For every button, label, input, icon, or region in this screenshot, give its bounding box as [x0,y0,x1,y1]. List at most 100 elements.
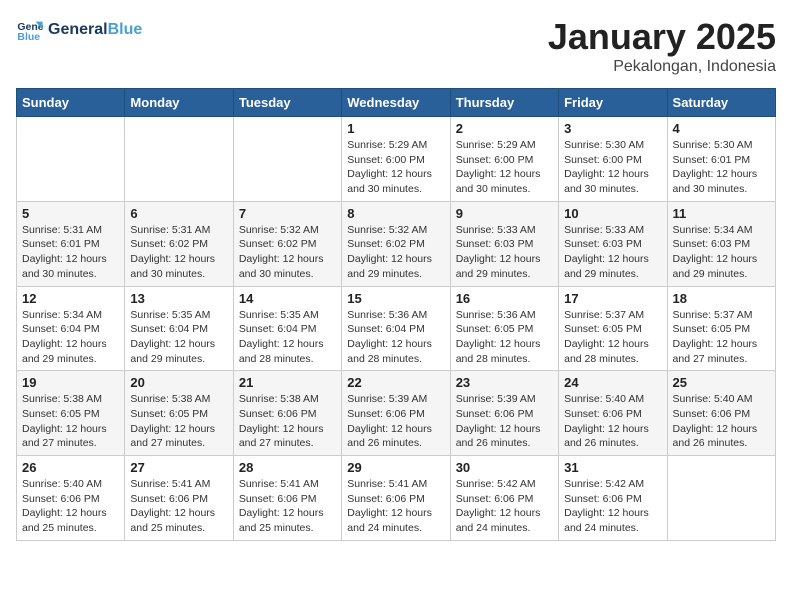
calendar-cell [233,117,341,202]
day-info: Sunrise: 5:37 AM Sunset: 6:05 PM Dayligh… [673,308,770,367]
calendar-cell: 5 Sunrise: 5:31 AM Sunset: 6:01 PM Daylig… [17,201,125,286]
day-info: Sunrise: 5:32 AM Sunset: 6:02 PM Dayligh… [347,223,444,282]
day-number: 27 [130,460,227,475]
day-info: Sunrise: 5:31 AM Sunset: 6:01 PM Dayligh… [22,223,119,282]
day-info: Sunrise: 5:35 AM Sunset: 6:04 PM Dayligh… [239,308,336,367]
day-info: Sunrise: 5:40 AM Sunset: 6:06 PM Dayligh… [22,477,119,536]
day-info: Sunrise: 5:34 AM Sunset: 6:03 PM Dayligh… [673,223,770,282]
day-info: Sunrise: 5:42 AM Sunset: 6:06 PM Dayligh… [564,477,661,536]
day-number: 10 [564,206,661,221]
day-info: Sunrise: 5:39 AM Sunset: 6:06 PM Dayligh… [347,392,444,451]
day-number: 7 [239,206,336,221]
calendar-week-row: 19 Sunrise: 5:38 AM Sunset: 6:05 PM Dayli… [17,371,776,456]
calendar-cell: 25Sunrise: 5:40 AM Sunset: 6:06 PM Dayli… [667,371,775,456]
calendar-cell [667,456,775,541]
day-number: 8 [347,206,444,221]
day-number: 31 [564,460,661,475]
calendar-cell: 11 Sunrise: 5:34 AM Sunset: 6:03 PM Dayli… [667,201,775,286]
day-number: 12 [22,291,119,306]
day-number: 17 [564,291,661,306]
weekday-header-cell: Thursday [450,89,558,117]
calendar-cell: 12 Sunrise: 5:34 AM Sunset: 6:04 PM Dayli… [17,286,125,371]
day-info: Sunrise: 5:39 AM Sunset: 6:06 PM Dayligh… [456,392,553,451]
weekday-header-cell: Wednesday [342,89,450,117]
day-info: Sunrise: 5:32 AM Sunset: 6:02 PM Dayligh… [239,223,336,282]
calendar-cell: 14 Sunrise: 5:35 AM Sunset: 6:04 PM Dayli… [233,286,341,371]
title-block: January 2025 Pekalongan, Indonesia [548,16,776,76]
day-number: 16 [456,291,553,306]
weekday-header-cell: Monday [125,89,233,117]
day-number: 13 [130,291,227,306]
day-info: Sunrise: 5:35 AM Sunset: 6:04 PM Dayligh… [130,308,227,367]
day-info: Sunrise: 5:29 AM Sunset: 6:00 PM Dayligh… [347,138,444,197]
calendar-cell: 15 Sunrise: 5:36 AM Sunset: 6:04 PM Dayli… [342,286,450,371]
calendar-cell: 6Sunrise: 5:31 AM Sunset: 6:02 PM Daylig… [125,201,233,286]
calendar-cell [125,117,233,202]
calendar-cell: 20 Sunrise: 5:38 AM Sunset: 6:05 PM Dayli… [125,371,233,456]
calendar-body: 1 Sunrise: 5:29 AM Sunset: 6:00 PM Daylig… [17,117,776,541]
calendar-week-row: 12 Sunrise: 5:34 AM Sunset: 6:04 PM Dayli… [17,286,776,371]
day-number: 23 [456,375,553,390]
calendar-week-row: 26 Sunrise: 5:40 AM Sunset: 6:06 PM Dayli… [17,456,776,541]
location-title: Pekalongan, Indonesia [548,58,776,76]
day-number: 15 [347,291,444,306]
day-number: 28 [239,460,336,475]
calendar-cell: 4 Sunrise: 5:30 AM Sunset: 6:01 PM Daylig… [667,117,775,202]
calendar-cell: 30Sunrise: 5:42 AM Sunset: 6:06 PM Dayli… [450,456,558,541]
weekday-header-cell: Tuesday [233,89,341,117]
calendar-week-row: 5 Sunrise: 5:31 AM Sunset: 6:01 PM Daylig… [17,201,776,286]
weekday-header-cell: Friday [559,89,667,117]
day-info: Sunrise: 5:41 AM Sunset: 6:06 PM Dayligh… [130,477,227,536]
calendar-cell: 7 Sunrise: 5:32 AM Sunset: 6:02 PM Daylig… [233,201,341,286]
calendar-cell: 13 Sunrise: 5:35 AM Sunset: 6:04 PM Dayli… [125,286,233,371]
calendar-cell: 9 Sunrise: 5:33 AM Sunset: 6:03 PM Daylig… [450,201,558,286]
calendar-cell: 21Sunrise: 5:38 AM Sunset: 6:06 PM Dayli… [233,371,341,456]
calendar-cell: 31 Sunrise: 5:42 AM Sunset: 6:06 PM Dayli… [559,456,667,541]
calendar-cell: 16 Sunrise: 5:36 AM Sunset: 6:05 PM Dayli… [450,286,558,371]
day-info: Sunrise: 5:36 AM Sunset: 6:04 PM Dayligh… [347,308,444,367]
day-info: Sunrise: 5:38 AM Sunset: 6:05 PM Dayligh… [130,392,227,451]
day-info: Sunrise: 5:42 AM Sunset: 6:06 PM Dayligh… [456,477,553,536]
day-info: Sunrise: 5:36 AM Sunset: 6:05 PM Dayligh… [456,308,553,367]
day-number: 24 [564,375,661,390]
calendar-cell: 22 Sunrise: 5:39 AM Sunset: 6:06 PM Dayli… [342,371,450,456]
logo: General Blue GeneralBlue [16,16,142,44]
day-info: Sunrise: 5:30 AM Sunset: 6:00 PM Dayligh… [564,138,661,197]
day-info: Sunrise: 5:40 AM Sunset: 6:06 PM Dayligh… [564,392,661,451]
calendar-cell: 29 Sunrise: 5:41 AM Sunset: 6:06 PM Dayli… [342,456,450,541]
day-number: 26 [22,460,119,475]
day-info: Sunrise: 5:30 AM Sunset: 6:01 PM Dayligh… [673,138,770,197]
calendar-cell: 8 Sunrise: 5:32 AM Sunset: 6:02 PM Daylig… [342,201,450,286]
day-number: 1 [347,121,444,136]
day-number: 29 [347,460,444,475]
calendar-cell: 19Sunrise: 5:38 AM Sunset: 6:05 PM Dayli… [17,371,125,456]
day-info: Sunrise: 5:41 AM Sunset: 6:06 PM Dayligh… [239,477,336,536]
svg-text:Blue: Blue [17,31,40,43]
weekday-header-row: SundayMondayTuesdayWednesdayThursdayFrid… [17,89,776,117]
day-number: 5 [22,206,119,221]
calendar-cell: 18 Sunrise: 5:37 AM Sunset: 6:05 PM Dayli… [667,286,775,371]
day-number: 25 [673,375,770,390]
day-info: Sunrise: 5:38 AM Sunset: 6:06 PM Dayligh… [239,392,336,451]
day-info: Sunrise: 5:33 AM Sunset: 6:03 PM Dayligh… [564,223,661,282]
calendar-cell: 17 Sunrise: 5:37 AM Sunset: 6:05 PM Dayli… [559,286,667,371]
calendar-week-row: 1 Sunrise: 5:29 AM Sunset: 6:00 PM Daylig… [17,117,776,202]
day-number: 19 [22,375,119,390]
day-info: Sunrise: 5:33 AM Sunset: 6:03 PM Dayligh… [456,223,553,282]
day-number: 11 [673,206,770,221]
day-info: Sunrise: 5:34 AM Sunset: 6:04 PM Dayligh… [22,308,119,367]
day-number: 20 [130,375,227,390]
calendar-cell: 1 Sunrise: 5:29 AM Sunset: 6:00 PM Daylig… [342,117,450,202]
day-number: 4 [673,121,770,136]
calendar-cell: 27 Sunrise: 5:41 AM Sunset: 6:06 PM Dayli… [125,456,233,541]
day-number: 18 [673,291,770,306]
calendar-cell: 3Sunrise: 5:30 AM Sunset: 6:00 PM Daylig… [559,117,667,202]
weekday-header-cell: Sunday [17,89,125,117]
day-number: 14 [239,291,336,306]
day-info: Sunrise: 5:41 AM Sunset: 6:06 PM Dayligh… [347,477,444,536]
calendar-cell: 23 Sunrise: 5:39 AM Sunset: 6:06 PM Dayli… [450,371,558,456]
page-header: General Blue GeneralBlue January 2025 Pe… [16,16,776,76]
day-info: Sunrise: 5:37 AM Sunset: 6:05 PM Dayligh… [564,308,661,367]
day-number: 22 [347,375,444,390]
day-number: 9 [456,206,553,221]
